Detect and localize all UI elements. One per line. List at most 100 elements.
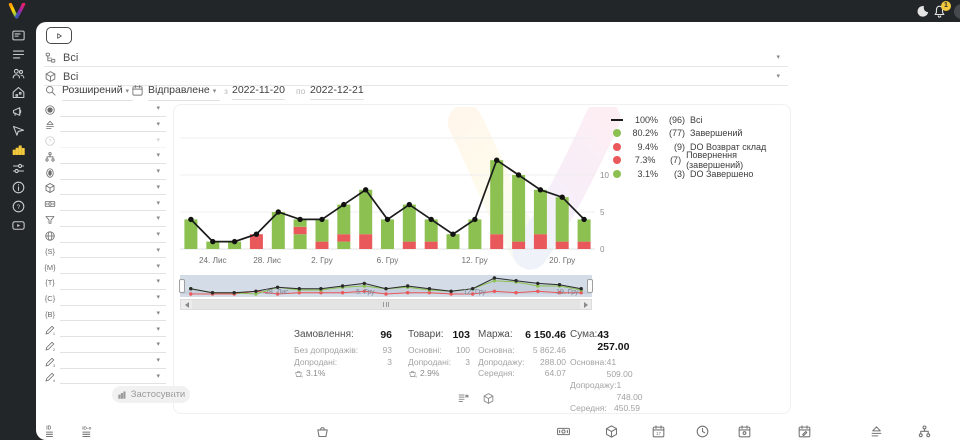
svg-text:5: 5 (600, 208, 605, 217)
svg-text:%: % (301, 375, 303, 378)
legend-swatch-icon (610, 129, 624, 137)
search-mode-value: Розширений (62, 84, 123, 96)
toggle-list-view[interactable] (457, 392, 470, 405)
toolbar-layers-button[interactable] (869, 424, 884, 439)
sidebar-item-settings[interactable] (11, 161, 26, 176)
stat-sub-label: Допродані: (408, 357, 451, 369)
filter-select-4[interactable]: ▾ (44, 149, 166, 164)
filter-select-field[interactable]: ▾ (60, 229, 166, 243)
info-icon (11, 180, 26, 195)
navigator-handle-left[interactable] (179, 279, 185, 293)
filter-select-15[interactable]: 1 ▾ (44, 323, 166, 338)
filter-select-2[interactable]: ▾ (44, 118, 166, 133)
sidebar-item-dashboard[interactable] (11, 28, 26, 43)
filter-select-field[interactable]: ▾ (60, 197, 166, 211)
toggle-product-view[interactable] (482, 392, 495, 405)
sidebar-item-marketing[interactable] (11, 104, 26, 119)
sidebar-item-clients[interactable] (11, 66, 26, 81)
filter-select-field[interactable]: ▾ (60, 244, 166, 258)
filter-select-field[interactable]: ▾ (60, 213, 166, 227)
filter-select-field[interactable]: ▾ (60, 181, 166, 195)
filter-select-14[interactable]: {B} ▾ (44, 307, 166, 322)
home-icon (11, 85, 26, 100)
chevron-down-icon: ▾ (156, 293, 160, 303)
legend-item-4[interactable]: 7.3% (7) Повернення (завершений) (610, 154, 790, 168)
filter-select-13[interactable]: {C} ▾ (44, 291, 166, 306)
legend-item-2[interactable]: 80.2% (77) Завершений (610, 127, 790, 141)
filter-select-field[interactable]: ▾ (60, 166, 166, 180)
toolbar-id-o-button[interactable]: ID-o (81, 424, 96, 439)
toolbar-id-list-button[interactable]: ID (44, 424, 59, 439)
sidebar-item-orders[interactable] (11, 47, 26, 62)
scroll-right-button[interactable] (580, 300, 591, 309)
filter-select-11[interactable]: {M} ▾ (44, 260, 166, 275)
filter-select-field[interactable]: ▾ (60, 134, 166, 148)
filter-select-10[interactable]: {S} ▾ (44, 244, 166, 259)
theme-moon-icon[interactable] (915, 4, 930, 19)
sidebar-item-help[interactable]: ? (11, 199, 26, 214)
filter-select-9[interactable]: ▾ (44, 228, 166, 243)
toolbar-banknote-button[interactable] (556, 424, 571, 439)
sidebar-item-video-guide[interactable] (11, 218, 26, 233)
sidebar-item-warehouse[interactable] (11, 85, 26, 100)
date-to-input[interactable]: 2022-12-21 (310, 84, 364, 100)
filter-select-field[interactable]: ▾ (60, 118, 166, 132)
filter-select-1[interactable]: ▾ (44, 102, 166, 117)
package-icon (482, 392, 495, 405)
filter-select-field[interactable]: ▾ (60, 355, 166, 369)
chevron-down-icon: ▾ (156, 183, 160, 193)
toolbar-package-button[interactable] (604, 424, 619, 439)
orders-chart: 051024. Лис28. Лис2. Гру6. Гру12. Гру20.… (180, 109, 612, 271)
scrollbar-track[interactable] (192, 300, 580, 309)
toolbar-calendar-edit-button[interactable] (797, 424, 812, 439)
filter-select-field[interactable]: ▾ (60, 370, 166, 384)
chevron-down-icon: ▾ (126, 88, 130, 95)
toolbar-orgchart-button[interactable] (917, 424, 932, 439)
chart-navigator[interactable]: 28. Лис5. Гру12. Гру19. Гру (180, 275, 592, 297)
filter-select-field[interactable]: ▾ (60, 307, 166, 321)
filter-select-6[interactable]: ▾ (44, 181, 166, 196)
search-mode-select[interactable]: Розширений ▾ (62, 84, 133, 101)
sitemap-icon (44, 51, 57, 64)
legend-swatch-icon (610, 170, 624, 178)
date-field-select[interactable]: Відправлене ▾ (148, 84, 220, 101)
filter-select-5[interactable]: ▾ (44, 165, 166, 180)
chevron-down-icon: ▾ (156, 356, 160, 366)
svg-text:ID-o: ID-o (82, 426, 91, 431)
svg-text:2. Гру: 2. Гру (311, 256, 334, 265)
filter-select-field[interactable]: ▾ (60, 260, 166, 274)
sidebar-item-analytics[interactable] (11, 142, 26, 157)
filter-select-field[interactable]: ▾ (60, 339, 166, 353)
toolbar-calendar-17-button[interactable]: 17 (651, 424, 666, 439)
video-guide-button[interactable] (46, 27, 72, 44)
status-group-select[interactable]: Всі ▾ (44, 49, 788, 67)
svg-text:24. Лис: 24. Лис (199, 256, 227, 265)
help-icon: ? (44, 135, 56, 147)
legend-label: Завершений (690, 128, 742, 138)
filter-select-17[interactable]: 3 ▾ (44, 354, 166, 369)
legend-item-1[interactable]: 100% (96) Всі (610, 113, 790, 127)
filter-select-16[interactable]: 2 ▾ (44, 338, 166, 353)
filter-select-field[interactable]: ▾ (60, 292, 166, 306)
date-from-input[interactable]: 2022-11-20 (232, 84, 285, 100)
scroll-left-button[interactable] (181, 300, 192, 309)
filter-select-field[interactable]: ▾ (60, 323, 166, 337)
navigator-handle-right[interactable] (587, 279, 593, 293)
filter-select-field[interactable]: ▾ (60, 150, 166, 164)
brand-logo-icon[interactable] (8, 3, 26, 19)
legend-count: (3) (663, 169, 685, 179)
avatar[interactable] (954, 4, 960, 19)
filter-select-12[interactable]: {T} ▾ (44, 275, 166, 290)
sidebar-item-dispatch[interactable] (11, 123, 26, 138)
filter-select-8[interactable]: ▾ (44, 212, 166, 227)
clock-icon (695, 424, 710, 439)
toolbar-basket-button[interactable] (315, 424, 330, 439)
sidebar-item-info[interactable] (11, 180, 26, 195)
filter-select-field[interactable]: ▾ (60, 276, 166, 290)
filter-select-7[interactable]: ▾ (44, 197, 166, 212)
filter-select-field[interactable]: ▾ (60, 103, 166, 117)
legend-label: DO Завершено (690, 169, 753, 179)
filter-select-18[interactable]: 4 ▾ (44, 370, 166, 385)
toolbar-clock-button[interactable] (695, 424, 710, 439)
toolbar-calendar-s-button[interactable] (737, 424, 752, 439)
